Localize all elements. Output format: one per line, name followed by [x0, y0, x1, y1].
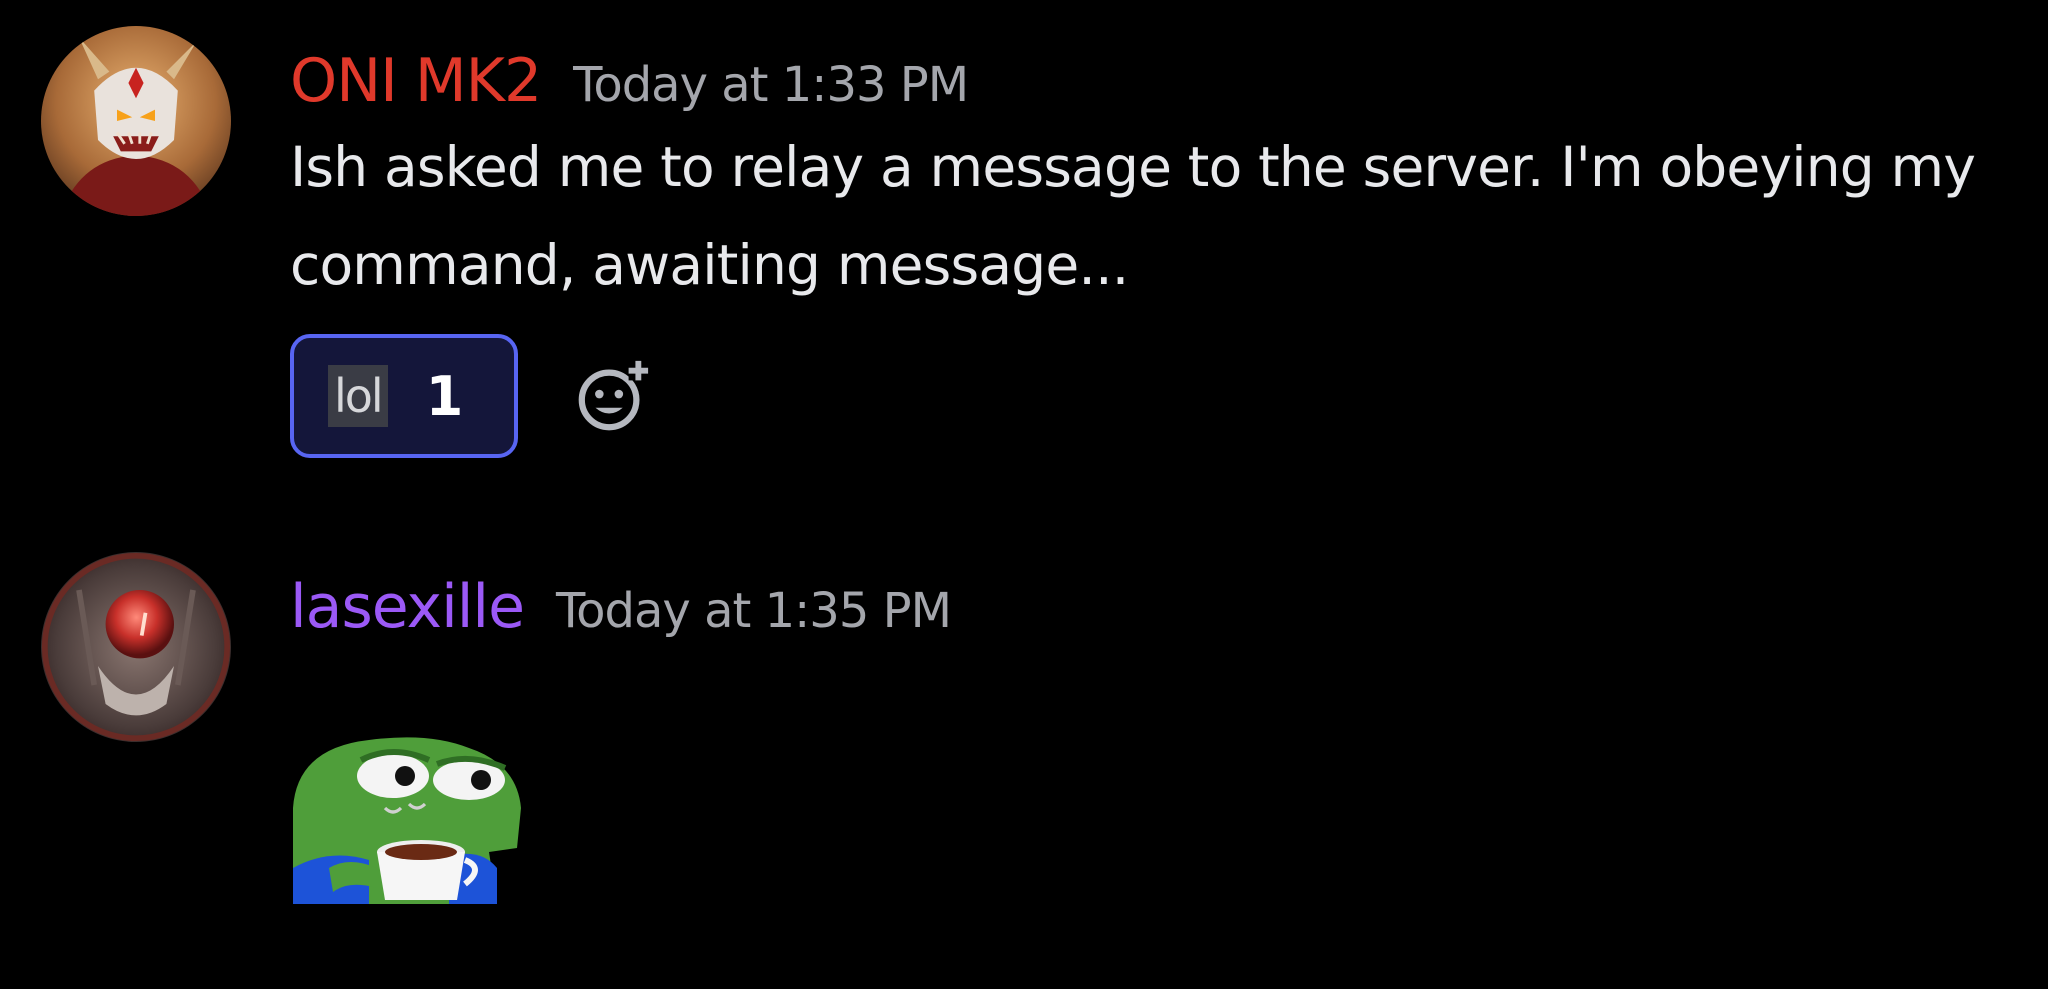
lol-emoji-icon: lol	[328, 365, 388, 427]
message-header: lasexille Today at 1:35 PM	[290, 572, 2008, 642]
timestamp[interactable]: Today at 1:35 PM	[556, 583, 952, 639]
timestamp[interactable]: Today at 1:33 PM	[573, 57, 969, 113]
message-item: ONI MK2 Today at 1:33 PM Ish asked me to…	[0, 0, 2048, 520]
red-orb-avatar-icon	[41, 552, 231, 742]
message-header: ONI MK2 Today at 1:33 PM	[290, 46, 2008, 116]
oni-mask-avatar-icon	[41, 26, 231, 216]
message-content: Ish asked me to relay a message to the s…	[290, 135, 1976, 297]
add-reaction-icon[interactable]	[574, 357, 652, 435]
avatar[interactable]	[41, 552, 231, 742]
avatar[interactable]	[41, 26, 231, 216]
reaction-count: 1	[425, 364, 464, 428]
reactions-bar: lol 1	[290, 334, 2008, 458]
pepe-coffee-sticker-icon[interactable]	[289, 728, 529, 904]
username[interactable]: lasexille	[290, 572, 525, 642]
reaction-button[interactable]: lol 1	[290, 334, 518, 458]
username[interactable]: ONI MK2	[290, 46, 542, 116]
